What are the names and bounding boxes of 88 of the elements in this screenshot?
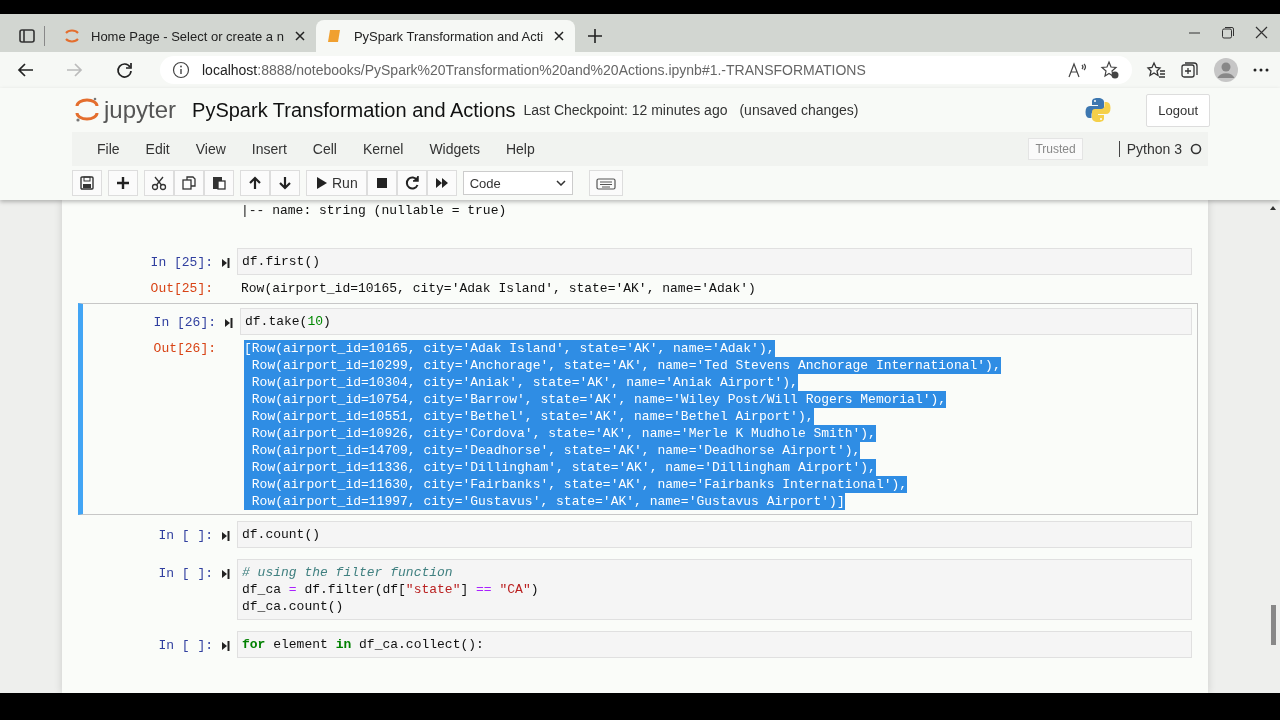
- tab-title: PySpark Transformation and Acti: [353, 28, 544, 44]
- logo-text: jupyter: [104, 96, 177, 124]
- menu-item[interactable]: Help: [494, 141, 550, 157]
- tab-title: Home Page - Select or create a n: [91, 28, 284, 44]
- run-cell-icon[interactable]: [221, 531, 230, 541]
- move-down-button[interactable]: [270, 170, 300, 196]
- browser-tab[interactable]: PySpark Transformation and Acti: [315, 20, 576, 52]
- paste-button[interactable]: [204, 170, 234, 196]
- back-icon[interactable]: [16, 61, 34, 79]
- cut-button[interactable]: [144, 170, 174, 196]
- collections-icon[interactable]: [1180, 61, 1200, 79]
- keyboard-icon: [595, 175, 616, 191]
- menu-item[interactable]: Cell: [301, 141, 352, 157]
- play-icon: [315, 176, 327, 190]
- output-line: |-- name: string (nullable = true): [241, 202, 507, 219]
- input-prompt: In [ ]:: [157, 637, 214, 655]
- notebook-cell[interactable]: In [ ]: # using the filter function df_ca = df.filter(df["state"] == "CA") df_ca.count(): [78, 554, 1198, 625]
- chevron-icon: [555, 180, 566, 186]
- menu-item[interactable]: View: [184, 141, 241, 157]
- menu-item[interactable]: Insert: [240, 141, 302, 157]
- restart-button[interactable]: [396, 170, 427, 196]
- code-input[interactable]: df.take(10): [240, 308, 1192, 335]
- notebook-cell[interactable]: In [25]: df.first() Out[25]: Row(airport_id=10165, city='Adak Island', state='AK', name='Adak'): [78, 243, 1198, 302]
- output-prompt: Out[25]:: [149, 280, 214, 297]
- close-icon[interactable]: [1255, 26, 1268, 39]
- input-prompt: In [ ]:: [157, 527, 214, 545]
- read-aloud-icon[interactable]: [1068, 61, 1088, 79]
- favorites-icon[interactable]: [1146, 61, 1166, 79]
- url-text: localhost:8888/notebooks/PySpark%20Transformation%20and%20Actions.ipynb#1.-TRANSFORMATIONS: [202, 62, 867, 78]
- python-logo-icon: [1084, 96, 1113, 124]
- move-up-icon: [247, 175, 263, 191]
- run-cell-icon[interactable]: [221, 258, 230, 268]
- save-icon: [79, 175, 95, 191]
- add-cell-button[interactable]: [108, 170, 138, 196]
- menu-item[interactable]: Edit: [134, 141, 185, 157]
- code-input[interactable]: df.count(): [237, 521, 1192, 548]
- run-all-icon: [433, 175, 450, 191]
- trusted-badge[interactable]: Trusted: [1028, 138, 1083, 160]
- close-icon[interactable]: [553, 30, 566, 42]
- close-icon[interactable]: [293, 30, 306, 42]
- input-prompt: In [26]:: [152, 314, 217, 332]
- profile-avatar[interactable]: [1214, 58, 1238, 82]
- notebook-cell[interactable]: In [ ]: df.count(): [78, 516, 1198, 553]
- checkpoint-text: Last Checkpoint: 12 minutes ago: [523, 102, 728, 118]
- move-down-icon: [277, 175, 293, 191]
- add-favorite-icon[interactable]: [1100, 60, 1120, 80]
- kernel-idle-icon: [1190, 143, 1202, 155]
- jupyter-logo-icon[interactable]: [74, 96, 100, 124]
- input-prompt: In [25]:: [149, 254, 214, 272]
- add-cell-icon: [115, 175, 131, 191]
- move-up-button[interactable]: [240, 170, 270, 196]
- notebook-cell[interactable]: In [ ]: for element in df_ca.collect():: [78, 626, 1198, 663]
- notebook-title[interactable]: PySpark Transformation and Actions: [192, 98, 516, 122]
- run-button[interactable]: Run: [306, 170, 367, 196]
- new-tab-icon[interactable]: [587, 28, 604, 44]
- stop-button[interactable]: [366, 170, 397, 196]
- code-input[interactable]: df.first(): [237, 248, 1192, 275]
- input-prompt: In [ ]:: [157, 565, 214, 583]
- restart-icon: [403, 175, 420, 191]
- code-input[interactable]: for element in df_ca.collect():: [237, 631, 1192, 658]
- kernel-name[interactable]: Python 3: [1126, 141, 1182, 157]
- code-input[interactable]: # using the filter function df_ca = df.filter(df["state"] == "CA") df_ca.count(): [237, 559, 1192, 620]
- notebook-cell[interactable]: [78, 303, 1198, 515]
- run-all-button[interactable]: [426, 170, 457, 196]
- reload-icon[interactable]: [116, 61, 134, 79]
- run-cell-icon[interactable]: [221, 641, 230, 651]
- run-cell-icon[interactable]: [224, 318, 233, 328]
- run-cell-icon[interactable]: [221, 569, 230, 579]
- copy-button[interactable]: [174, 170, 204, 196]
- restore-icon[interactable]: [1221, 26, 1235, 40]
- autosave-status: (unsaved changes): [739, 102, 859, 118]
- jupyter-icon: [63, 27, 81, 45]
- address-bar[interactable]: localhost:8888/notebooks/PySpark%20Transformation%20and%20Actions.ipynb#1.-TRANSFORMATIONS: [160, 56, 1132, 84]
- cut-icon: [151, 175, 167, 191]
- info-icon[interactable]: [172, 61, 190, 79]
- copy-icon: [181, 175, 197, 191]
- menu-item[interactable]: File: [86, 141, 135, 157]
- menu-item[interactable]: Widgets: [418, 141, 495, 157]
- tab-actions-icon[interactable]: [18, 27, 36, 45]
- output-line: Row(airport_id=10165, city='Adak Island', state='AK', name='Adak'): [241, 280, 756, 297]
- menu-item[interactable]: Kernel: [351, 141, 419, 157]
- save-button[interactable]: [72, 170, 102, 196]
- paste-icon: [211, 175, 227, 191]
- output-prompt: Out[26]:: [152, 340, 217, 358]
- browser-tab[interactable]: Home Page - Select or create a n: [53, 20, 316, 52]
- logout-button[interactable]: Logout: [1146, 93, 1210, 127]
- cell-type-dropdown[interactable]: Code: [462, 171, 573, 195]
- keyboard-button[interactable]: [588, 170, 623, 196]
